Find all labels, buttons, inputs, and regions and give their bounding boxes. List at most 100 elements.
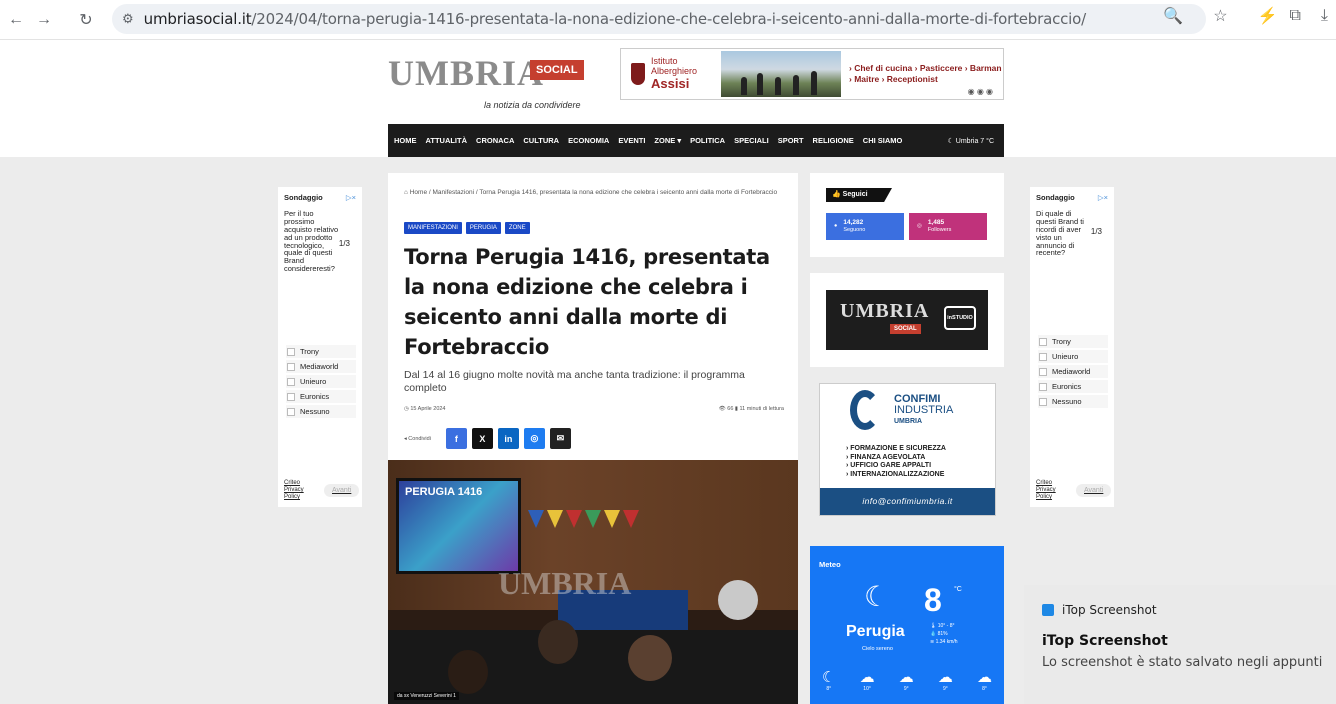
web-page: UMBRIA SOCIAL la notizia da condividere …: [0, 40, 1336, 704]
survey-title: Sondaggio: [1036, 193, 1075, 202]
right-survey-ad: Sondaggio ▷× Di quale di questi Brand ti …: [1030, 187, 1114, 507]
survey-option[interactable]: Mediaworld: [286, 360, 356, 373]
moon-icon: ☾: [822, 669, 836, 686]
logo-badge: SOCIAL: [530, 60, 584, 80]
url-text: umbriasocial.it/2024/04/torna-perugia-14…: [143, 10, 1087, 28]
logo-tagline: la notizia da condividere: [484, 100, 581, 110]
banner-ad[interactable]: Istituto Alberghiero Assisi › Chef di cu…: [620, 48, 1004, 100]
extension-bolt-icon[interactable]: ⚡: [1258, 6, 1278, 26]
seguici-header: 👍 Seguici: [826, 188, 892, 202]
survey-option[interactable]: Trony: [286, 345, 356, 358]
messenger-share-icon[interactable]: ◎: [523, 428, 545, 449]
tag-manifestazioni[interactable]: MANIFESTAZIONI: [404, 222, 462, 234]
facebook-follow[interactable]: ● 14,282 Seguono: [826, 213, 904, 240]
breadcrumb[interactable]: ⌂ Home / Manifestazioni / Torna Perugia …: [404, 188, 784, 198]
download-icon[interactable]: ⤓: [1321, 7, 1328, 25]
studio-widget[interactable]: UMBRIA SOCIAL inSTUDIO: [810, 273, 1004, 367]
survey-option[interactable]: Unieuro: [286, 375, 356, 388]
extensions-puzzle-icon[interactable]: ⧉: [1289, 7, 1300, 25]
confimi-logo-icon: [850, 390, 880, 430]
cloud-icon: ☁: [976, 669, 992, 686]
social-icons: ◉ ◉ ◉: [967, 87, 993, 96]
nav-religione[interactable]: RELIGIONE: [813, 136, 854, 145]
photo-credit: da sx Veneruzzi Severini 1: [394, 692, 459, 700]
site-logo[interactable]: UMBRIA SOCIAL la notizia da condividere: [388, 52, 584, 110]
studio-logo: UMBRIA: [840, 300, 930, 322]
banner-jobs: › Chef di cucina › Pasticcere › Barman ›…: [849, 62, 1002, 84]
cloud-icon: ☁: [859, 669, 875, 686]
speech-bubble-icon: inSTUDIO: [944, 306, 976, 330]
nav-politica[interactable]: POLITICA: [690, 136, 725, 145]
privacy-link[interactable]: Criteo Privacy Policy: [1036, 480, 1064, 501]
nav-economia[interactable]: ECONOMIA: [568, 136, 609, 145]
survey-option[interactable]: Nessuno: [1038, 395, 1108, 408]
reload-icon[interactable]: ↻: [72, 6, 100, 34]
back-icon[interactable]: ←: [2, 6, 30, 34]
facebook-share-icon[interactable]: f: [445, 428, 467, 449]
confimi-email: info@confimiumbria.it: [820, 488, 995, 515]
weather-stats: 🌡 10° - 8° 💧 81% ≋ 1.34 km/h: [930, 623, 958, 645]
privacy-link[interactable]: Criteo Privacy Policy: [284, 480, 312, 501]
nav-sport[interactable]: SPORT: [778, 136, 804, 145]
forecast-day: ☁ 9°: [937, 669, 953, 693]
nav-attualita[interactable]: ATTUALITÀ: [426, 136, 468, 145]
survey-question: Di quale di questi Brand ti ricordi di a…: [1036, 209, 1084, 258]
article-title: Torna Perugia 1416, presentata la nona e…: [404, 245, 770, 359]
site-header: UMBRIA SOCIAL la notizia da condividere …: [0, 40, 1336, 157]
survey-option[interactable]: Nessuno: [286, 405, 356, 418]
projection-screen: PERUGIA 1416: [396, 478, 521, 574]
moon-icon: ☾: [864, 581, 890, 612]
screenshot-notification[interactable]: iTop Screenshot iTop Screenshot Lo scree…: [1024, 585, 1336, 704]
article-subtitle: Dal 14 al 16 giugno molte novità ma anch…: [404, 369, 745, 394]
cloud-icon: ☁: [937, 669, 953, 686]
nav-weather[interactable]: ☾ Umbria 7 °C: [948, 137, 994, 145]
instagram-icon: ◎: [917, 223, 922, 230]
survey-option[interactable]: Unieuro: [1038, 350, 1108, 363]
x-share-icon[interactable]: X: [471, 428, 493, 449]
survey-option[interactable]: Euronics: [286, 390, 356, 403]
school-logo: Istituto Alberghiero Assisi: [621, 56, 721, 91]
weather-temp: 8: [924, 582, 942, 618]
weather-title: Meteo: [819, 560, 841, 569]
zoom-icon[interactable]: 🔍: [1163, 6, 1183, 26]
survey-counter: 1/3: [338, 239, 350, 248]
tag-zone[interactable]: ZONE: [504, 222, 530, 234]
article-photo[interactable]: PERUGIA 1416 UMBRIA da sx Veneruzzi Seve…: [388, 460, 798, 704]
next-button[interactable]: Avanti: [324, 484, 360, 497]
email-share-icon[interactable]: ✉: [549, 428, 571, 449]
left-survey-ad: Sondaggio ▷× Per il tuo prossimo acquisto…: [278, 187, 362, 507]
survey-title: Sondaggio: [284, 193, 323, 202]
nav-zone[interactable]: ZONE ▾: [654, 136, 681, 145]
toast-body: Lo screenshot è stato salvato negli appu…: [1042, 655, 1323, 670]
address-bar[interactable]: ⚙ umbriasocial.it/2024/04/torna-perugia-…: [112, 4, 1206, 34]
survey-option[interactable]: Euronics: [1038, 380, 1108, 393]
linkedin-share-icon[interactable]: in: [497, 428, 519, 449]
adchoices-icon[interactable]: ▷×: [1098, 193, 1108, 202]
nav-speciali[interactable]: SPECIALI: [734, 136, 769, 145]
nav-chi-siamo[interactable]: CHI SIAMO: [863, 136, 903, 145]
survey-option[interactable]: Mediaworld: [1038, 365, 1108, 378]
instagram-follow[interactable]: ◎ 1,485 Followers: [909, 213, 987, 240]
shield-icon: [631, 62, 645, 85]
next-button[interactable]: Avanti: [1076, 484, 1112, 497]
forecast-day: ☾ 8°: [822, 669, 836, 693]
logo-text: UMBRIA: [388, 53, 544, 93]
adchoices-icon[interactable]: ▷×: [346, 193, 356, 202]
nav-cronaca[interactable]: CRONACA: [476, 136, 514, 145]
nav-cultura[interactable]: CULTURA: [523, 136, 559, 145]
weather-unit: °C: [954, 586, 962, 593]
camera-icon: [1042, 604, 1054, 616]
survey-option[interactable]: Trony: [1038, 335, 1108, 348]
toast-title: iTop Screenshot: [1042, 633, 1168, 649]
forecast-day: ☁ 8°: [976, 669, 992, 693]
forward-icon[interactable]: →: [30, 6, 58, 34]
survey-question: Per il tuo prossimo acquisto relativo ad…: [284, 209, 339, 274]
nav-home[interactable]: HOME: [394, 136, 417, 145]
nav-eventi[interactable]: EVENTI: [618, 136, 645, 145]
article: ⌂ Home / Manifestazioni / Torna Perugia …: [388, 173, 798, 704]
site-info-icon[interactable]: ⚙: [122, 11, 134, 27]
confimi-ad[interactable]: CONFIMI INDUSTRIA UMBRIA › FORMAZIONE E …: [819, 383, 996, 516]
share-label: ◂ Condividi: [404, 435, 431, 442]
tag-perugia[interactable]: PERUGIA: [465, 222, 501, 234]
bookmark-star-icon[interactable]: ☆: [1213, 6, 1227, 26]
